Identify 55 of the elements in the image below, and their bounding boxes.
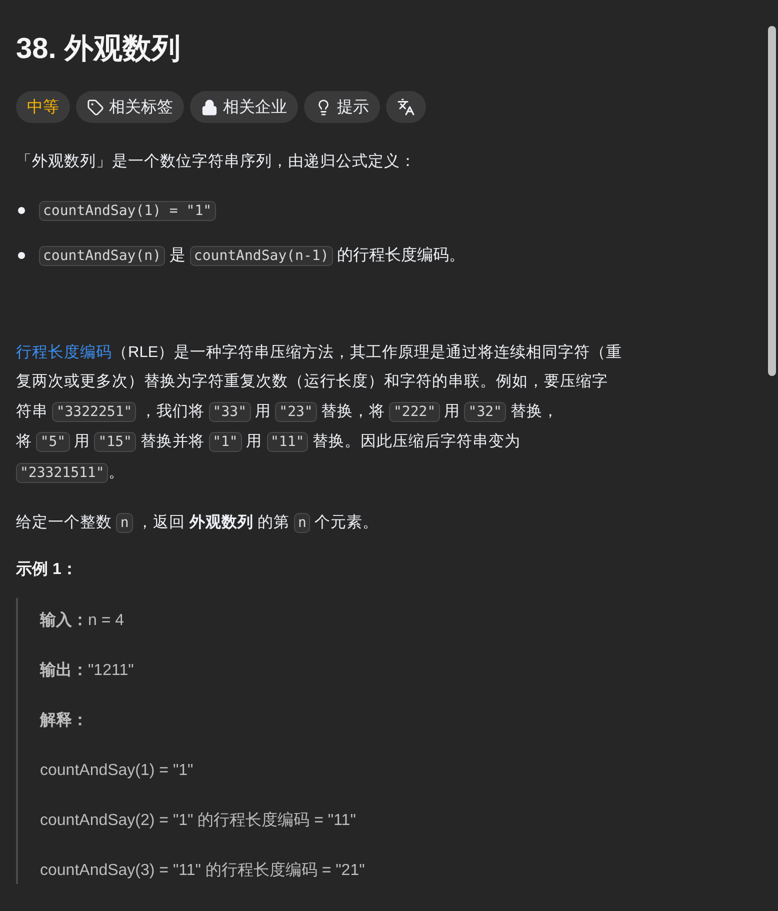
topics-button[interactable]: 相关标签	[76, 91, 184, 123]
inline-code: "222"	[389, 402, 440, 422]
paragraph-text: 复两次或更多次）替换为字符重复次数（运行长度）和字符的串联。例如，要压缩字	[16, 373, 608, 390]
scroll-thumb[interactable]	[768, 26, 776, 376]
rle-link[interactable]: 行程长度编码	[16, 344, 112, 360]
paragraph-text: 「外观数列」是一个数位字符串序列，由递归公式定义：	[16, 153, 416, 170]
paragraph-text: 用	[442, 402, 461, 420]
paragraph-text: 是	[168, 246, 186, 264]
paragraph-text: 用	[254, 402, 272, 420]
paragraph-text: 用	[72, 433, 91, 450]
example-line: countAndSay(3) = "11" 的行程长度编码 = "21"	[40, 860, 366, 880]
lock-icon	[201, 98, 218, 116]
example-heading: 示例 1：	[16, 560, 78, 580]
bullet-dot	[18, 207, 25, 214]
paragraph-text: （RLE）是一种字符串压缩方法，其工作原理是通过将连续相同字符（重	[112, 344, 622, 360]
paragraph-text: 个元素。	[314, 514, 379, 531]
problem-title: 38. 外观数列	[16, 32, 182, 67]
inline-code: "15"	[94, 432, 136, 452]
bullet-dot	[18, 252, 25, 259]
paragraph-text: 符串	[16, 402, 49, 420]
companies-button[interactable]: 相关企业	[190, 91, 298, 123]
inline-code: "23"	[275, 402, 317, 422]
inline-code: "23321511"	[16, 462, 108, 482]
inline-code: n	[294, 513, 310, 533]
inline-code: "1"	[208, 432, 242, 452]
inline-code: countAndSay(1) = "1"	[39, 200, 216, 220]
paragraph-text: 替换，将	[320, 402, 386, 420]
paragraph-text: 用	[245, 433, 264, 450]
paragraph-text: 替换，	[509, 402, 558, 420]
translate-button[interactable]	[386, 91, 426, 123]
hint-button[interactable]: 提示	[304, 91, 380, 123]
paragraph-text: 的行程长度编码。	[336, 246, 466, 264]
paragraph-text: 替换并将	[139, 433, 206, 450]
example-line: 解释：	[40, 710, 89, 730]
example-line: countAndSay(1) = "1"	[40, 760, 194, 780]
example-line: 输入：n = 4	[40, 610, 126, 630]
inline-code: "11"	[266, 432, 308, 452]
inline-code: "3322251"	[52, 402, 136, 422]
translate-icon	[397, 98, 415, 116]
inline-code: "5"	[36, 432, 70, 452]
difficulty-tag[interactable]: 中等	[16, 91, 70, 123]
inline-code: "33"	[208, 402, 251, 422]
inline-code: "32"	[464, 402, 506, 422]
paragraph-text: 将	[16, 433, 33, 450]
paragraph-text: ，我们将	[139, 402, 206, 420]
paragraph-text: 替换。因此压缩后字符串变为	[312, 433, 521, 450]
paragraph-text: ，返回 外观数列 的第	[136, 514, 291, 531]
paragraph-text: 。	[108, 464, 124, 480]
example-line: 输出："1211"	[40, 660, 135, 680]
tag-icon	[87, 98, 104, 116]
paragraph-text: 给定一个整数	[16, 514, 113, 531]
inline-code: countAndSay(n-1)	[190, 246, 333, 266]
inline-code: n	[116, 513, 133, 533]
example-line: countAndSay(2) = "1" 的行程长度编码 = "11"	[40, 810, 357, 830]
inline-code: countAndSay(n)	[39, 246, 166, 266]
